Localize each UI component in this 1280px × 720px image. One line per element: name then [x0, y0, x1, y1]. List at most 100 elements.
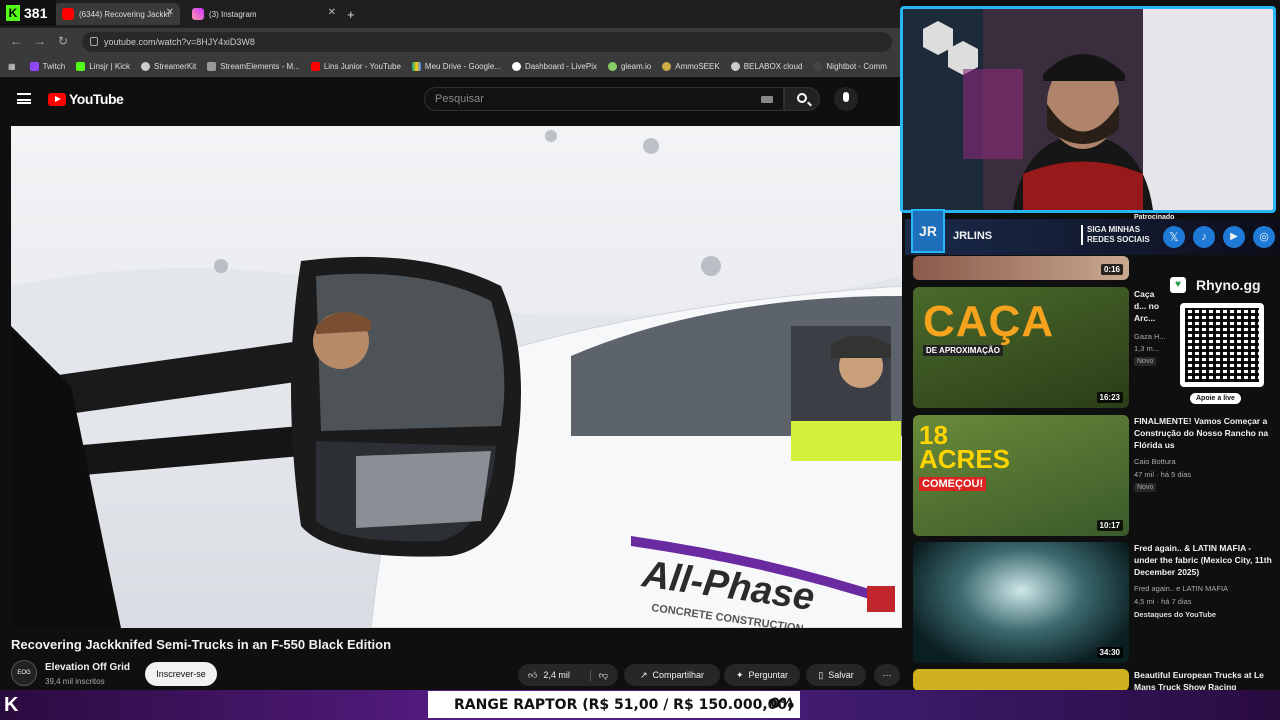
- like-count[interactable]: 2,4 mil: [543, 670, 570, 680]
- recommendation-meta: 4,5 mi · há 7 dias: [1134, 597, 1192, 606]
- bookmark-label: StreamElements - M...: [220, 62, 300, 71]
- tab-youtube-label: (6344) Recovering Jackknifed: [79, 9, 171, 19]
- keyboard-icon[interactable]: [761, 96, 773, 103]
- close-tab-icon[interactable]: ✕: [328, 7, 336, 18]
- dislike-icon[interactable]: 👎︎: [589, 669, 608, 681]
- bookmark-ammoseek[interactable]: AmmoSEEK: [662, 62, 720, 71]
- recommendation-title[interactable]: Beautiful European Trucks at Le Mans Tru…: [1134, 669, 1274, 691]
- globe-icon: [730, 62, 740, 71]
- recommendation-thumbnail[interactable]: 34:30: [913, 542, 1129, 663]
- youtube-header: YouTube Pesquisar: [0, 77, 900, 121]
- kick-icon: [76, 62, 86, 71]
- goal-percent: 0%: [770, 696, 794, 712]
- youtube-social-icon: ▶: [1223, 226, 1245, 248]
- ask-label: Perguntar: [748, 670, 789, 680]
- kick-logo-icon: K: [6, 5, 20, 21]
- new-badge: Novo: [1134, 357, 1157, 366]
- video-frame: All-Phase CONCRETE CONSTRUCTION: [11, 126, 902, 628]
- address-bar[interactable]: youtube.com/watch?v=8HJY4xiD3W8: [82, 32, 892, 52]
- bookmark-label: Linsjr | Kick: [89, 62, 130, 71]
- bookmark-drive[interactable]: Meu Drive - Google...: [411, 62, 501, 71]
- voice-search-button[interactable]: [834, 87, 858, 111]
- recommendation-meta: 1,3 m...: [1134, 344, 1160, 353]
- instagram-favicon-icon: [192, 8, 204, 20]
- close-tab-icon[interactable]: ✕: [166, 7, 174, 18]
- subscriber-count: 39,4 mil inscritos: [45, 677, 105, 686]
- recommendation-title[interactable]: Fred again.. & LATIN MAFIA - under the f…: [1134, 542, 1274, 578]
- bookmark-streamelements[interactable]: StreamElements - M...: [207, 62, 300, 71]
- bookmark-streamerkit[interactable]: StreamerKit: [141, 62, 196, 71]
- tab-instagram-label: (3) Instagram: [209, 9, 257, 19]
- share-button[interactable]: ↗ Compartilhar: [624, 664, 720, 686]
- save-label: Salvar: [828, 670, 854, 680]
- bookmark-label: Meu Drive - Google...: [424, 62, 501, 71]
- recommendation-meta: 47 mil · há 5 dias: [1134, 470, 1192, 479]
- bookmark-youtube[interactable]: Lins Junior - YouTube: [310, 62, 401, 71]
- thumbnail-subtext: DE APROXIMAÇÃO: [923, 345, 1003, 356]
- recommendation-title[interactable]: Caça d... no Arc...: [1134, 288, 1168, 324]
- bookmark-twitch[interactable]: Twitch: [29, 62, 65, 71]
- recommendation-thumbnail[interactable]: 18 ACRES COMEÇOU! 10:17: [913, 415, 1129, 536]
- bookmark-gleam[interactable]: gleam.io: [607, 62, 652, 71]
- bookmark-label: BELABOX cloud: [743, 62, 803, 71]
- new-tab-button[interactable]: +: [344, 3, 362, 25]
- apps-icon[interactable]: ▦: [8, 62, 16, 71]
- share-label: Compartilhar: [652, 670, 705, 680]
- save-button[interactable]: ▯ Salvar: [806, 664, 866, 686]
- recommendation-thumbnail[interactable]: 0:16: [913, 256, 1129, 280]
- donation-goal-bar: RANGE RAPTOR (R$ 51,00 / R$ 150.000,00) …: [428, 691, 800, 718]
- x-twitter-icon: 𝕏: [1163, 226, 1185, 248]
- bookmarks-bar: ▦ Twitch Linsjr | Kick StreamerKit Strea…: [0, 56, 900, 77]
- goal-label: RANGE RAPTOR (R$ 51,00 / R$ 150.000,00): [454, 696, 794, 713]
- search-icon: [797, 93, 807, 103]
- recommendation-channel[interactable]: Caio Bottura: [1134, 457, 1176, 466]
- bookmark-kick[interactable]: Linsjr | Kick: [76, 62, 130, 71]
- recommendation-channel[interactable]: Gaza H...: [1134, 332, 1166, 341]
- search-input[interactable]: Pesquisar: [424, 87, 784, 111]
- ask-button[interactable]: ✦ Perguntar: [724, 664, 800, 686]
- recommendation-channel[interactable]: Fred again.. e LATIN MAFIA: [1134, 584, 1228, 593]
- featured-badge: Destaques do YouTube: [1134, 610, 1217, 619]
- tab-instagram[interactable]: (3) Instagram ✕: [184, 3, 342, 25]
- hamburger-menu-icon[interactable]: [17, 93, 31, 104]
- recommendation-title[interactable]: FINALMENTE! Vamos Começar a Construção d…: [1134, 415, 1274, 451]
- recommendation-thumbnail[interactable]: [913, 669, 1129, 691]
- bookmark-belabox[interactable]: BELABOX cloud: [730, 62, 803, 71]
- youtube-icon: [310, 62, 320, 71]
- bookmark-label: Lins Junior - YouTube: [323, 62, 401, 71]
- recommendation-thumbnail[interactable]: CAÇA DE APROXIMAÇÃO 16:23: [913, 287, 1129, 408]
- back-icon[interactable]: ←: [10, 34, 22, 48]
- nightbot-icon: [813, 62, 823, 71]
- youtube-play-icon: [48, 92, 66, 106]
- rhyno-cta: Apoie a live: [1190, 393, 1241, 404]
- subscribe-button[interactable]: Inscrever-se: [145, 662, 217, 686]
- heart-icon: ♥: [1170, 277, 1186, 293]
- bookmark-label: Dashboard - LivePix: [524, 62, 597, 71]
- like-icon[interactable]: 👍︎: [528, 670, 537, 681]
- bookmark-label: gleam.io: [620, 62, 652, 71]
- video-player[interactable]: All-Phase CONCRETE CONSTRUCTION: [11, 126, 902, 628]
- social-media-banner: JR JRLINS SIGA MINHAS REDES SOCIAIS 𝕏 ♪ …: [905, 209, 1280, 255]
- thumbnail-text: CAÇA: [923, 297, 1055, 346]
- youtube-logo[interactable]: YouTube: [48, 91, 124, 107]
- webcam-overlay: [900, 6, 1276, 213]
- kick-logo-icon: K: [4, 694, 19, 716]
- search-button[interactable]: [784, 87, 820, 111]
- forward-icon[interactable]: →: [34, 34, 46, 48]
- ammoseek-icon: [662, 62, 672, 71]
- rhyno-donation-widget: ♥ Rhyno.gg Apoie a live: [1170, 275, 1275, 410]
- channel-avatar[interactable]: EOG: [11, 660, 37, 686]
- share-icon: ↗: [639, 669, 648, 680]
- video-title: Recovering Jackknifed Semi-Trucks in an …: [11, 637, 392, 652]
- lock-icon: [90, 37, 98, 46]
- bookmark-icon: ▯: [818, 669, 824, 680]
- bookmark-nightbot[interactable]: Nightbot - Comm: [813, 62, 887, 71]
- search-placeholder: Pesquisar: [435, 93, 484, 105]
- thumbnail-subtext: COMEÇOU!: [919, 477, 987, 491]
- bookmark-livepix[interactable]: Dashboard - LivePix: [511, 62, 597, 71]
- video-duration: 34:30: [1096, 647, 1123, 658]
- channel-name[interactable]: Elevation Off Grid: [45, 662, 130, 673]
- more-actions-button[interactable]: ···: [874, 664, 900, 686]
- tab-youtube[interactable]: (6344) Recovering Jackknifed ✕: [54, 3, 180, 25]
- reload-icon[interactable]: ↻: [58, 34, 68, 48]
